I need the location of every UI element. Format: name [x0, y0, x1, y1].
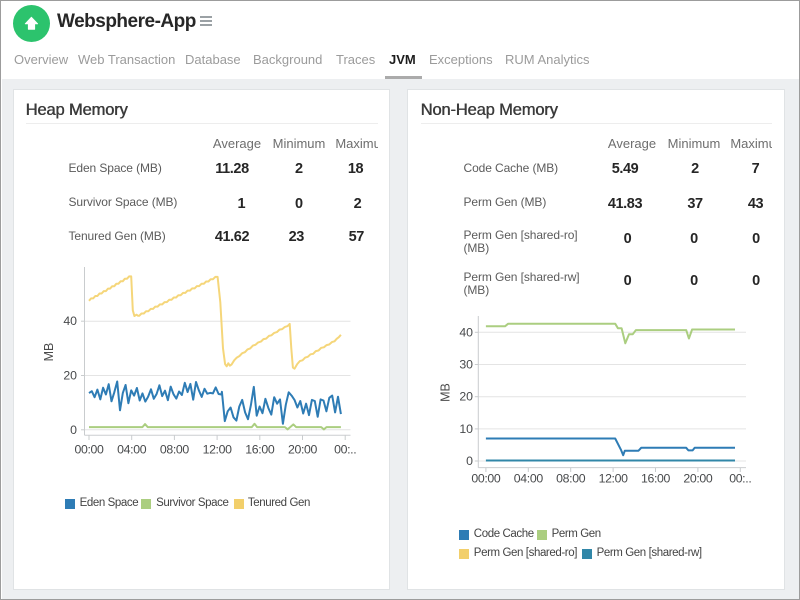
svg-text:16:00: 16:00 [245, 443, 275, 457]
svg-text:10: 10 [459, 422, 473, 436]
svg-text:0: 0 [70, 423, 77, 437]
svg-text:12:00: 12:00 [203, 443, 233, 457]
svg-text:12:00: 12:00 [599, 472, 629, 486]
svg-text:16:00: 16:00 [641, 472, 671, 486]
svg-text:40: 40 [63, 314, 77, 328]
svg-text:04:00: 04:00 [514, 472, 544, 486]
svg-text:04:00: 04:00 [117, 443, 147, 457]
svg-text:0: 0 [466, 454, 473, 468]
svg-text:08:00: 08:00 [556, 472, 586, 486]
svg-text:20:00: 20:00 [288, 443, 318, 457]
svg-text:MB: MB [42, 343, 56, 362]
svg-text:20: 20 [459, 390, 473, 404]
svg-text:00:..: 00:.. [334, 443, 356, 457]
svg-text:40: 40 [459, 325, 473, 339]
svg-text:20:00: 20:00 [683, 472, 713, 486]
svg-text:00:00: 00:00 [74, 443, 104, 457]
svg-text:00:00: 00:00 [471, 472, 501, 486]
svg-text:08:00: 08:00 [160, 443, 190, 457]
svg-text:30: 30 [459, 358, 473, 372]
svg-text:20: 20 [63, 369, 77, 383]
svg-text:00:..: 00:.. [729, 472, 751, 486]
svg-text:MB: MB [439, 383, 453, 402]
